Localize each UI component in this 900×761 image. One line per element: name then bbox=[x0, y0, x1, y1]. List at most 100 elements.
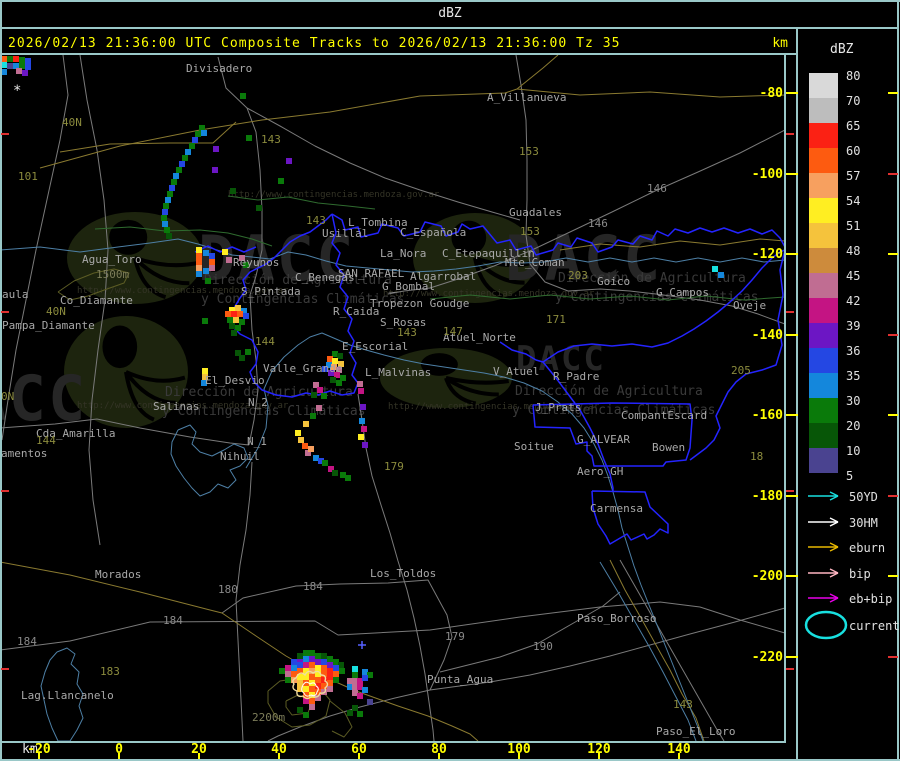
y-axis-tick bbox=[786, 656, 798, 658]
map-place-label: amentos bbox=[1, 447, 47, 460]
legend-label: eburn bbox=[849, 541, 886, 555]
echo-cell bbox=[205, 278, 211, 284]
map-route-label: 143 bbox=[397, 326, 417, 339]
map-place-label: C_Benegas bbox=[295, 271, 355, 284]
y-axis-tick-label: -120 bbox=[751, 247, 783, 263]
echo-cell bbox=[297, 653, 303, 659]
map-place-label: El_Desvio bbox=[205, 374, 265, 387]
echo-cell bbox=[285, 671, 291, 677]
map-place-label: Usillal bbox=[322, 227, 368, 240]
map-route-label: 171 bbox=[546, 313, 566, 326]
map-route-label: 179 bbox=[384, 460, 404, 473]
echo-cell bbox=[286, 158, 292, 164]
echo-cell bbox=[230, 188, 236, 194]
map-place-label: Reyunos bbox=[233, 256, 279, 269]
map-route-label: 180 bbox=[218, 583, 238, 596]
map-place-label: Morados bbox=[95, 568, 141, 581]
range-mark-left bbox=[1, 133, 9, 135]
echo-cell bbox=[303, 421, 309, 427]
echo-cell bbox=[192, 137, 198, 143]
30HM-arrow-icon bbox=[808, 517, 839, 527]
echo-cell bbox=[209, 265, 215, 271]
echo-cell bbox=[240, 93, 246, 99]
frame-border bbox=[796, 27, 798, 759]
echo-cell bbox=[352, 666, 358, 672]
echo-cell bbox=[195, 131, 201, 137]
map-place-label: Oveje bbox=[733, 299, 766, 312]
y-axis-tick-label: -100 bbox=[751, 166, 783, 182]
echo-cell bbox=[309, 662, 315, 668]
echo-cell bbox=[321, 393, 327, 399]
echo-cell bbox=[7, 63, 13, 69]
echo-cell bbox=[233, 317, 239, 323]
echo-cell bbox=[321, 665, 327, 671]
dbz-scale-label: 51 bbox=[846, 219, 861, 233]
dbz-scale-band bbox=[809, 273, 838, 298]
map-route-label: 40N bbox=[46, 305, 66, 318]
echo-cell bbox=[229, 323, 235, 329]
echo-cell bbox=[302, 443, 308, 449]
echo-cell bbox=[235, 305, 241, 311]
map-place-label: Soitue bbox=[514, 440, 554, 453]
echo-cell bbox=[317, 387, 323, 393]
map-place-label: Bowen bbox=[652, 441, 685, 454]
echo-cell bbox=[358, 388, 364, 394]
echo-cell bbox=[322, 460, 328, 466]
y-axis-outer-tick bbox=[888, 414, 898, 417]
echo-cell bbox=[203, 250, 209, 256]
composite-tracks-title: 2026/02/13 21:36:00 UTC Composite Tracks… bbox=[8, 36, 621, 51]
echo-cell bbox=[309, 674, 315, 680]
echo-cell bbox=[360, 404, 366, 410]
echo-cell bbox=[182, 155, 188, 161]
frame-border bbox=[784, 53, 786, 743]
dbz-scale-band bbox=[809, 148, 838, 173]
echo-cell bbox=[303, 662, 309, 668]
map-place-label: Nihuil bbox=[220, 450, 260, 463]
map-place-label: Goico bbox=[597, 275, 630, 288]
road-line bbox=[267, 607, 785, 741]
echo-cell bbox=[315, 659, 321, 665]
echo-cell bbox=[362, 675, 368, 681]
legend-label: 30HM bbox=[849, 516, 878, 530]
echo-cell bbox=[327, 674, 333, 680]
echo-cell bbox=[327, 662, 333, 668]
echo-cell bbox=[347, 710, 353, 716]
map-place-label: Los_Toldos bbox=[370, 567, 436, 580]
dbz-scale-label: 42 bbox=[846, 294, 861, 308]
legend-label: bip bbox=[849, 567, 871, 581]
dbz-scale-label: 20 bbox=[846, 419, 861, 433]
echo-cell bbox=[367, 699, 373, 705]
echo-cell bbox=[291, 665, 297, 671]
echo-cell bbox=[285, 677, 291, 683]
map-place-label: aula bbox=[2, 288, 29, 301]
dbz-scale-band bbox=[809, 448, 838, 473]
echo-cell bbox=[179, 161, 185, 167]
map-place-label: Pampa_Diamante bbox=[2, 319, 95, 332]
map-route-label: 184 bbox=[163, 614, 183, 627]
x-axis-tick bbox=[438, 753, 440, 759]
echo-cell bbox=[712, 266, 718, 272]
map-place-label: N_1 bbox=[247, 435, 267, 448]
y-axis-tick-label: -160 bbox=[751, 408, 783, 424]
dbz-scale-band bbox=[809, 73, 838, 98]
radar-map[interactable]: DACCDACCDACCDACCDirección de Agricultura… bbox=[0, 55, 785, 741]
map-place-label: Tropezon Goudge bbox=[370, 297, 469, 310]
echo-cell bbox=[297, 680, 303, 686]
echo-cell bbox=[209, 253, 215, 259]
map-place-label: N_2 bbox=[248, 396, 268, 409]
radar-window: dBZ 2026/02/13 21:36:00 UTC Composite Tr… bbox=[0, 0, 900, 761]
map-place-label: R_Caida bbox=[333, 305, 379, 318]
map-place-label: Paso_Borroso bbox=[577, 612, 656, 625]
map-place-label: Guadales bbox=[509, 206, 562, 219]
echo-cell bbox=[352, 672, 358, 678]
dbz-scale-label: 35 bbox=[846, 369, 861, 383]
road-secondary-line bbox=[59, 121, 237, 153]
echo-cell bbox=[327, 686, 333, 692]
eburn-arrow-icon bbox=[808, 542, 839, 552]
range-mark-left bbox=[1, 311, 9, 313]
echo-cell bbox=[256, 205, 262, 211]
map-contour-label: 1500m bbox=[96, 268, 129, 281]
x-axis-tick bbox=[278, 753, 280, 759]
echo-cell bbox=[333, 665, 339, 671]
map-place-label: J_Prats bbox=[535, 401, 581, 414]
